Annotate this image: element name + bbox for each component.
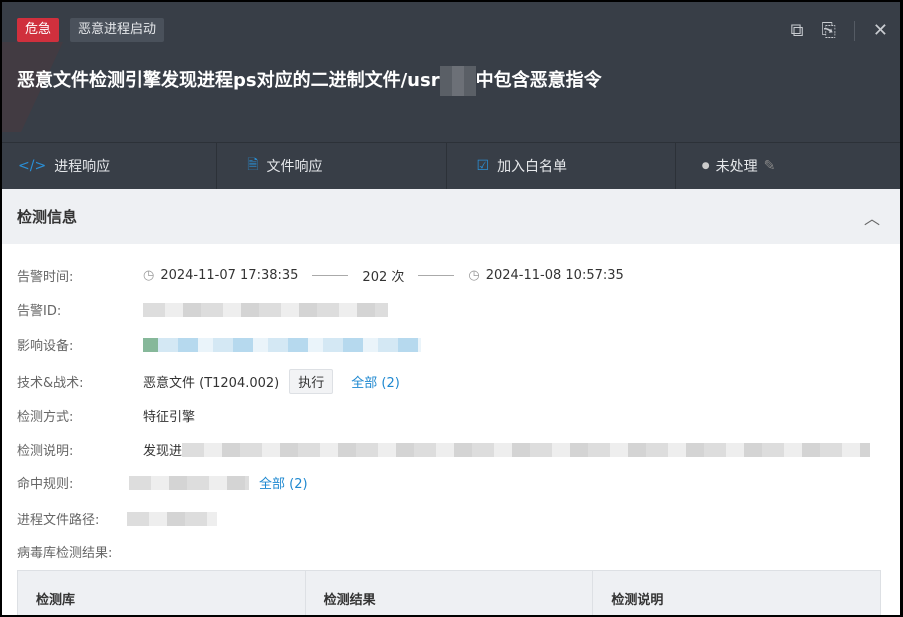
action-bar: </> 进程响应 🗎 文件响应 ☑ 加入白名单 ● 未处理 ✎ — [2, 142, 900, 189]
label: 告警时间: — [17, 270, 74, 285]
first-time: 2024-11-07 17:38:35 — [160, 268, 299, 283]
divider — [853, 20, 855, 41]
add-whitelist-button[interactable]: ☑ 加入白名单 — [447, 143, 676, 189]
description-row: 检测说明: 发现进 — [17, 440, 871, 459]
redacted — [129, 475, 249, 490]
tactic-row: 技术&战术: 恶意文件 (T1204.002) 执行 全部 (2) — [17, 369, 400, 394]
category-badge: 恶意进程启动 — [70, 18, 165, 42]
chevron-up-icon[interactable]: ︿ — [864, 205, 880, 229]
status-label: 未处理 — [715, 159, 758, 175]
whitelist-icon: ☑ — [476, 158, 490, 174]
severity-badge: 危急 — [17, 18, 60, 42]
alert-detail-window: 危急 恶意进程启动 恶意文件检测引擎发现进程ps对应的二进制文件/usr 中包含恶… — [2, 2, 900, 615]
alert-id-row: 告警ID: — [17, 300, 388, 319]
title-prefix: 恶意文件检测引擎发现进程ps对应的二进制文件/usr — [17, 70, 440, 91]
virus-result-table: 检测库 检测结果 检测说明 — [17, 570, 881, 615]
status-dot-icon: ● — [701, 161, 710, 171]
tactic-all-link[interactable]: 全部 (2) — [351, 372, 400, 391]
redacted[interactable] — [158, 337, 421, 352]
virus-row: 病毒库检测结果: — [17, 542, 143, 561]
rule-row: 命中规则: 全部 (2) — [17, 473, 308, 492]
status-button[interactable]: ● 未处理 ✎ — [676, 143, 900, 189]
process-response-button[interactable]: </> 进程响应 — [2, 143, 218, 189]
column-header: 检测说明 — [611, 593, 664, 608]
close-icon[interactable]: ✕ — [873, 20, 888, 41]
section-title: 检测信息 — [17, 208, 78, 226]
label: 进程文件路径: — [17, 513, 100, 528]
path-row: 进程文件路径: — [17, 509, 217, 528]
file-icon: 🗎 — [247, 157, 259, 173]
tactic-value: 恶意文件 (T1204.002) — [143, 376, 280, 391]
label: 检测说明: — [17, 444, 74, 459]
label: 文件响应 — [266, 159, 323, 175]
rule-all-link[interactable]: 全部 (2) — [259, 473, 308, 492]
label: 命中规则: — [17, 477, 74, 492]
redacted — [143, 302, 388, 317]
edit-icon: ✎ — [763, 158, 776, 174]
code-icon: </> — [18, 158, 47, 174]
method-value: 特征引擎 — [143, 410, 196, 425]
copy-icon[interactable]: ⧉ — [791, 20, 804, 41]
last-time: 2024-11-08 10:57:35 — [485, 268, 624, 283]
label: 加入白名单 — [497, 159, 568, 175]
tactic-tag: 执行 — [289, 369, 334, 394]
column-header: 检测库 — [18, 571, 306, 615]
section-header[interactable]: 检测信息 ︿ — [2, 189, 900, 244]
label: 影响设备: — [17, 339, 74, 354]
label: 检测方式: — [17, 410, 74, 425]
device-row: 影响设备: — [17, 335, 421, 354]
clock-icon: ◷ — [468, 268, 480, 283]
redacted — [439, 66, 476, 96]
method-row: 检测方式: 特征引擎 — [17, 406, 195, 425]
alert-count: 202 次 — [362, 270, 405, 285]
label: 进程响应 — [54, 159, 111, 175]
alert-time-row: 告警时间: ◷ 2024-11-07 17:38:35 202 次 ◷ 2024-11-0… — [17, 266, 624, 285]
alert-title: 恶意文件检测引擎发现进程ps对应的二进制文件/usr 中包含恶意指令 — [17, 66, 602, 96]
file-response-button[interactable]: 🗎 文件响应 — [217, 143, 447, 189]
export-icon[interactable]: ⎘ — [822, 20, 836, 41]
redacted — [127, 511, 217, 526]
label: 告警ID: — [17, 304, 62, 319]
clock-icon: ◷ — [143, 268, 155, 283]
device-status-icon — [143, 337, 158, 352]
title-suffix: 中包含恶意指令 — [475, 70, 602, 91]
description-value: 发现进 — [143, 444, 183, 459]
header: 危急 恶意进程启动 恶意文件检测引擎发现进程ps对应的二进制文件/usr 中包含恶… — [2, 2, 900, 142]
column-header: 检测结果 — [306, 571, 594, 615]
label: 病毒库检测结果: — [17, 546, 113, 561]
redacted — [182, 442, 871, 457]
label: 技术&战术: — [17, 376, 84, 391]
